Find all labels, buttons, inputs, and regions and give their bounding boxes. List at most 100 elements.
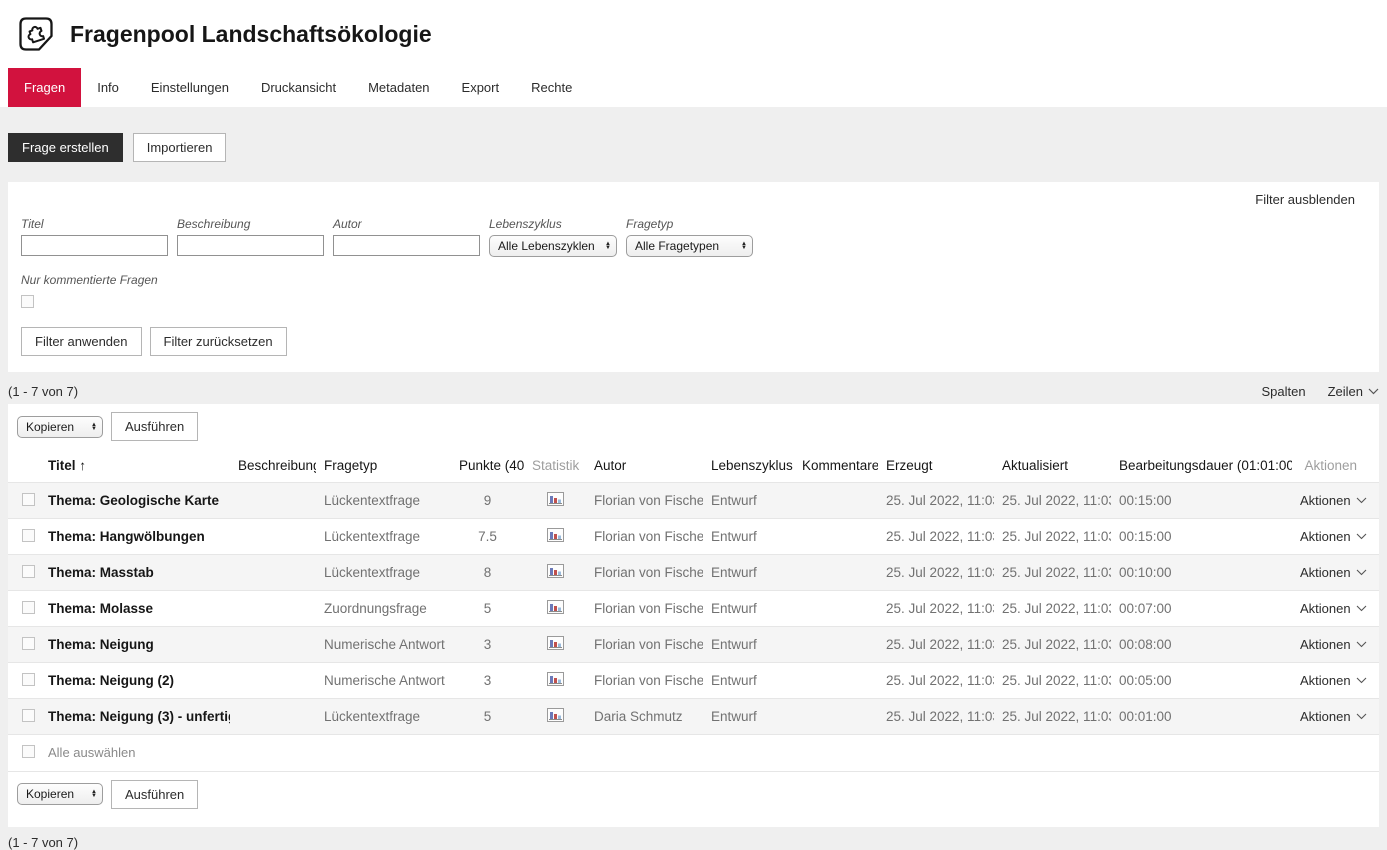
question-type: Numerische Antwort bbox=[316, 663, 451, 699]
create-question-button[interactable]: Frage erstellen bbox=[8, 133, 123, 162]
bulk-action-select-top[interactable]: Kopieren ▲▼ bbox=[17, 416, 103, 438]
question-title[interactable]: Thema: Neigung (2) bbox=[40, 663, 230, 699]
question-title[interactable]: Thema: Geologische Karte bbox=[40, 483, 230, 519]
list-controls-top: (1 - 7 von 7) Spalten Zeilen bbox=[8, 384, 1379, 399]
column-header-aktualisiert[interactable]: Aktualisiert bbox=[994, 449, 1111, 483]
question-points: 9 bbox=[451, 483, 524, 519]
row-checkbox[interactable] bbox=[22, 637, 35, 650]
column-header-kommentare[interactable]: Kommentare bbox=[794, 449, 878, 483]
bulk-action-select-bottom[interactable]: Kopieren ▲▼ bbox=[17, 783, 103, 805]
question-created: 25. Jul 2022, 11:03 bbox=[878, 519, 994, 555]
import-button[interactable]: Importieren bbox=[133, 133, 227, 162]
question-duration: 00:01:00 bbox=[1111, 699, 1292, 735]
column-header-autor[interactable]: Autor bbox=[586, 449, 703, 483]
question-title[interactable]: Thema: Neigung (3) - unfertig bbox=[40, 699, 230, 735]
column-header-fragetyp[interactable]: Fragetyp bbox=[316, 449, 451, 483]
toolbar: Frage erstellen Importieren bbox=[8, 133, 1379, 162]
question-title[interactable]: Thema: Hangwölbungen bbox=[40, 519, 230, 555]
row-checkbox[interactable] bbox=[22, 565, 35, 578]
filter-lifecycle-label: Lebenszyklus bbox=[489, 217, 617, 231]
result-range-top: (1 - 7 von 7) bbox=[8, 384, 78, 399]
row-actions-dropdown[interactable]: Aktionen bbox=[1300, 709, 1367, 724]
row-checkbox[interactable] bbox=[22, 529, 35, 542]
column-header-bearbeitungsdauer[interactable]: Bearbeitungsdauer (01:01:00) bbox=[1111, 449, 1292, 483]
select-all-checkbox[interactable] bbox=[22, 745, 35, 758]
question-points: 3 bbox=[451, 627, 524, 663]
tab-rechte[interactable]: Rechte bbox=[515, 68, 588, 107]
statistic-bar-chart-icon[interactable] bbox=[547, 636, 564, 653]
tab-fragen[interactable]: Fragen bbox=[8, 68, 81, 107]
tab-druckansicht[interactable]: Druckansicht bbox=[245, 68, 352, 107]
row-actions-dropdown[interactable]: Aktionen bbox=[1300, 601, 1367, 616]
question-updated: 25. Jul 2022, 11:03 bbox=[994, 555, 1111, 591]
question-updated: 25. Jul 2022, 11:03 bbox=[994, 519, 1111, 555]
bulk-actions-bottom: Kopieren ▲▼ Ausführen bbox=[8, 771, 1379, 817]
column-header-lebenszyklus[interactable]: Lebenszyklus bbox=[703, 449, 794, 483]
row-actions-dropdown[interactable]: Aktionen bbox=[1300, 565, 1367, 580]
statistic-bar-chart-icon[interactable] bbox=[547, 708, 564, 725]
filter-hide-link[interactable]: Filter ausblenden bbox=[21, 192, 1355, 207]
execute-button-top[interactable]: Ausführen bbox=[111, 412, 198, 441]
filter-title-input[interactable] bbox=[21, 235, 168, 256]
question-description bbox=[230, 555, 316, 591]
question-points: 3 bbox=[451, 663, 524, 699]
row-actions-dropdown[interactable]: Aktionen bbox=[1300, 529, 1367, 544]
statistic-bar-chart-icon[interactable] bbox=[547, 672, 564, 689]
filter-lifecycle-select[interactable]: Alle Lebenszyklen ▲▼ bbox=[489, 235, 617, 257]
tab-einstellungen[interactable]: Einstellungen bbox=[135, 68, 245, 107]
row-actions-dropdown[interactable]: Aktionen bbox=[1300, 637, 1367, 652]
column-header-beschreibung[interactable]: Beschreibung bbox=[230, 449, 316, 483]
question-title[interactable]: Thema: Molasse bbox=[40, 591, 230, 627]
statistic-bar-chart-icon[interactable] bbox=[547, 564, 564, 581]
execute-button-bottom[interactable]: Ausführen bbox=[111, 780, 198, 809]
question-created: 25. Jul 2022, 11:03 bbox=[878, 699, 994, 735]
table-row: Thema: Neigung Numerische Antwort 3 Flor… bbox=[8, 627, 1379, 663]
row-checkbox[interactable] bbox=[22, 709, 35, 722]
row-checkbox[interactable] bbox=[22, 601, 35, 614]
column-header-titel[interactable]: Titel ↑ bbox=[40, 449, 230, 483]
question-type: Zuordnungsfrage bbox=[316, 591, 451, 627]
question-table-container: Kopieren ▲▼ Ausführen Titel ↑ Beschreibu… bbox=[8, 404, 1379, 827]
question-comments bbox=[794, 519, 878, 555]
filter-type-value: Alle Fragetypen bbox=[635, 239, 719, 253]
question-lifecycle: Entwurf bbox=[703, 555, 794, 591]
select-arrows-icon: ▲▼ bbox=[91, 790, 97, 798]
row-actions-label: Aktionen bbox=[1300, 673, 1351, 688]
question-title[interactable]: Thema: Masstab bbox=[40, 555, 230, 591]
question-author: Florian von Fischer bbox=[586, 519, 703, 555]
table-header-row: Titel ↑ Beschreibung Fragetyp Punkte (40… bbox=[8, 449, 1379, 483]
filter-description-input[interactable] bbox=[177, 235, 324, 256]
rows-link-label: Zeilen bbox=[1328, 384, 1363, 399]
statistic-bar-chart-icon[interactable] bbox=[547, 528, 564, 545]
question-title[interactable]: Thema: Neigung bbox=[40, 627, 230, 663]
row-checkbox[interactable] bbox=[22, 493, 35, 506]
filter-author-input[interactable] bbox=[333, 235, 480, 256]
filter-author-label: Autor bbox=[333, 217, 480, 231]
question-type: Lückentextfrage bbox=[316, 555, 451, 591]
question-table-body: Thema: Geologische Karte Lückentextfrage… bbox=[8, 483, 1379, 771]
row-actions-dropdown[interactable]: Aktionen bbox=[1300, 493, 1367, 508]
bulk-action-value: Kopieren bbox=[26, 420, 74, 434]
question-updated: 25. Jul 2022, 11:03 bbox=[994, 483, 1111, 519]
filter-apply-button[interactable]: Filter anwenden bbox=[21, 327, 142, 356]
question-lifecycle: Entwurf bbox=[703, 519, 794, 555]
statistic-bar-chart-icon[interactable] bbox=[547, 492, 564, 509]
table-row: Thema: Neigung (3) - unfertig Lückentext… bbox=[8, 699, 1379, 735]
question-table: Titel ↑ Beschreibung Fragetyp Punkte (40… bbox=[8, 449, 1379, 771]
tab-metadaten[interactable]: Metadaten bbox=[352, 68, 445, 107]
question-created: 25. Jul 2022, 11:03 bbox=[878, 483, 994, 519]
filter-reset-button[interactable]: Filter zurücksetzen bbox=[150, 327, 287, 356]
rows-link[interactable]: Zeilen bbox=[1328, 384, 1379, 399]
question-duration: 00:15:00 bbox=[1111, 483, 1292, 519]
row-actions-dropdown[interactable]: Aktionen bbox=[1300, 673, 1367, 688]
filter-commented-checkbox[interactable] bbox=[21, 295, 34, 308]
column-header-erzeugt[interactable]: Erzeugt bbox=[878, 449, 994, 483]
statistic-bar-chart-icon[interactable] bbox=[547, 600, 564, 617]
filter-type-select[interactable]: Alle Fragetypen ▲▼ bbox=[626, 235, 753, 257]
row-checkbox[interactable] bbox=[22, 673, 35, 686]
columns-link[interactable]: Spalten bbox=[1261, 384, 1305, 399]
row-actions-label: Aktionen bbox=[1300, 565, 1351, 580]
tab-info[interactable]: Info bbox=[81, 68, 135, 107]
column-header-punkte[interactable]: Punkte (40.5) bbox=[451, 449, 524, 483]
tab-export[interactable]: Export bbox=[446, 68, 516, 107]
